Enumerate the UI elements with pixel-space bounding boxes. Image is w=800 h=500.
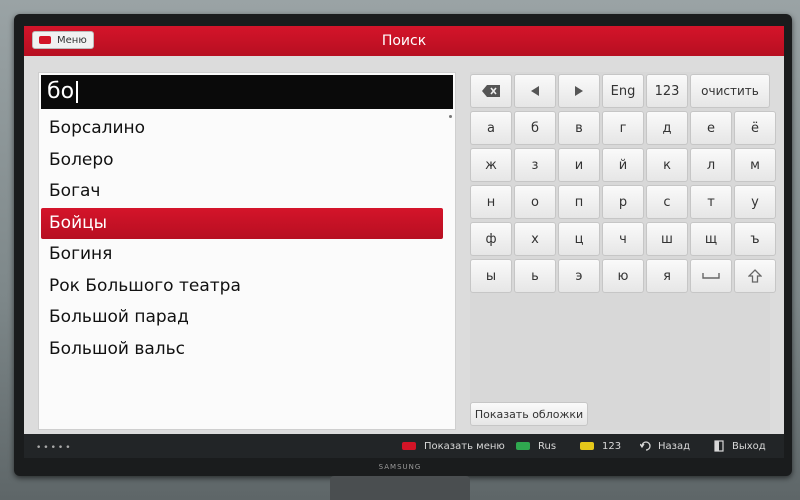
letter-key[interactable]: в [558, 111, 600, 145]
letter-key[interactable]: х [514, 222, 556, 256]
backspace-icon [482, 85, 500, 97]
result-item[interactable]: Рок Большого театра [41, 271, 453, 303]
letter-key[interactable]: г [602, 111, 644, 145]
tv-brand-logo: SAMSUNG [378, 463, 422, 471]
space-key[interactable] [690, 259, 732, 293]
letter-key[interactable]: ё [734, 111, 776, 145]
letter-key[interactable]: ы [470, 259, 512, 293]
letter-key[interactable]: б [514, 111, 556, 145]
hint-123: 123 [580, 439, 621, 453]
result-item[interactable]: Большой вальс [41, 334, 453, 366]
show-covers-button[interactable]: Показать обложки [470, 402, 588, 426]
backspace-key[interactable] [470, 74, 512, 108]
letter-key[interactable]: ч [602, 222, 644, 256]
cursor-right-key[interactable] [558, 74, 600, 108]
letter-key[interactable]: ф [470, 222, 512, 256]
letter-key[interactable]: и [558, 148, 600, 182]
result-item[interactable]: Большой парад [41, 302, 453, 334]
letter-key[interactable]: д [646, 111, 688, 145]
letter-key[interactable]: о [514, 185, 556, 219]
more-dots-icon: ••••• [36, 443, 73, 453]
letter-key[interactable]: з [514, 148, 556, 182]
footer-hint-bar: ••••• Показать меню Rus 123 Назад Выход [24, 434, 784, 458]
letter-key[interactable]: ц [558, 222, 600, 256]
letter-key[interactable]: у [734, 185, 776, 219]
hint-rus: Rus [516, 439, 556, 453]
result-item[interactable]: Борсалино [41, 113, 453, 145]
hint-exit-label: Выход [732, 440, 766, 452]
exit-icon [714, 440, 724, 452]
eng-layout-key[interactable]: Eng [602, 74, 644, 108]
letter-key[interactable]: л [690, 148, 732, 182]
cursor-left-key[interactable] [514, 74, 556, 108]
search-input[interactable]: бо [41, 75, 453, 109]
hint-show-menu-label: Показать меню [424, 440, 505, 452]
results-list: Борсалино Болеро Богач Бойцы Богиня Рок … [41, 113, 453, 365]
onscreen-keyboard: Eng 123 очистить а б в г д е ё ж з и й к… [470, 72, 776, 430]
letter-key[interactable]: ь [514, 259, 556, 293]
search-query-text: бо [47, 79, 75, 104]
letter-key[interactable]: е [690, 111, 732, 145]
letter-key[interactable]: я [646, 259, 688, 293]
result-item[interactable]: Богиня [41, 239, 453, 271]
arrow-right-icon [575, 86, 583, 96]
page-title: Поиск [381, 33, 427, 49]
hint-exit: Выход [714, 439, 766, 453]
search-results-panel: бо Борсалино Болеро Богач Бойцы Богиня Р… [38, 72, 456, 430]
letter-key[interactable]: п [558, 185, 600, 219]
letter-key[interactable]: а [470, 111, 512, 145]
arrow-left-icon [531, 86, 539, 96]
shift-key[interactable] [734, 259, 776, 293]
letter-key[interactable]: с [646, 185, 688, 219]
shift-icon [748, 269, 762, 283]
letter-key[interactable]: ж [470, 148, 512, 182]
clear-button[interactable]: очистить [690, 74, 770, 108]
yellow-key-icon [580, 442, 594, 450]
red-key-icon [402, 442, 416, 450]
letter-key[interactable]: т [690, 185, 732, 219]
letter-key[interactable]: ш [646, 222, 688, 256]
hint-back-label: Назад [658, 440, 691, 452]
letter-key[interactable]: й [602, 148, 644, 182]
result-item[interactable]: Болеро [41, 145, 453, 177]
letter-key[interactable]: ъ [734, 222, 776, 256]
letter-key[interactable]: щ [690, 222, 732, 256]
letter-key[interactable]: ю [602, 259, 644, 293]
text-caret [76, 81, 79, 103]
result-item[interactable]: Богач [41, 176, 453, 208]
numeric-layout-key[interactable]: 123 [646, 74, 688, 108]
letter-key[interactable]: э [558, 259, 600, 293]
return-icon [640, 441, 651, 451]
top-bar: Меню Поиск [24, 26, 784, 56]
hint-rus-label: Rus [538, 440, 557, 452]
result-item-selected[interactable]: Бойцы [41, 207, 443, 239]
hint-123-label: 123 [602, 440, 622, 452]
tv-screen: Меню Поиск бо Борсалино Болеро Богач Бой… [24, 26, 784, 458]
green-key-icon [516, 442, 530, 450]
space-icon [702, 273, 720, 279]
letter-key[interactable]: к [646, 148, 688, 182]
tv-stand [330, 476, 470, 500]
hint-back: Назад [640, 439, 690, 453]
letter-key[interactable]: н [470, 185, 512, 219]
letter-key[interactable]: р [602, 185, 644, 219]
letter-key[interactable]: м [734, 148, 776, 182]
hint-show-menu: Показать меню [402, 439, 505, 453]
